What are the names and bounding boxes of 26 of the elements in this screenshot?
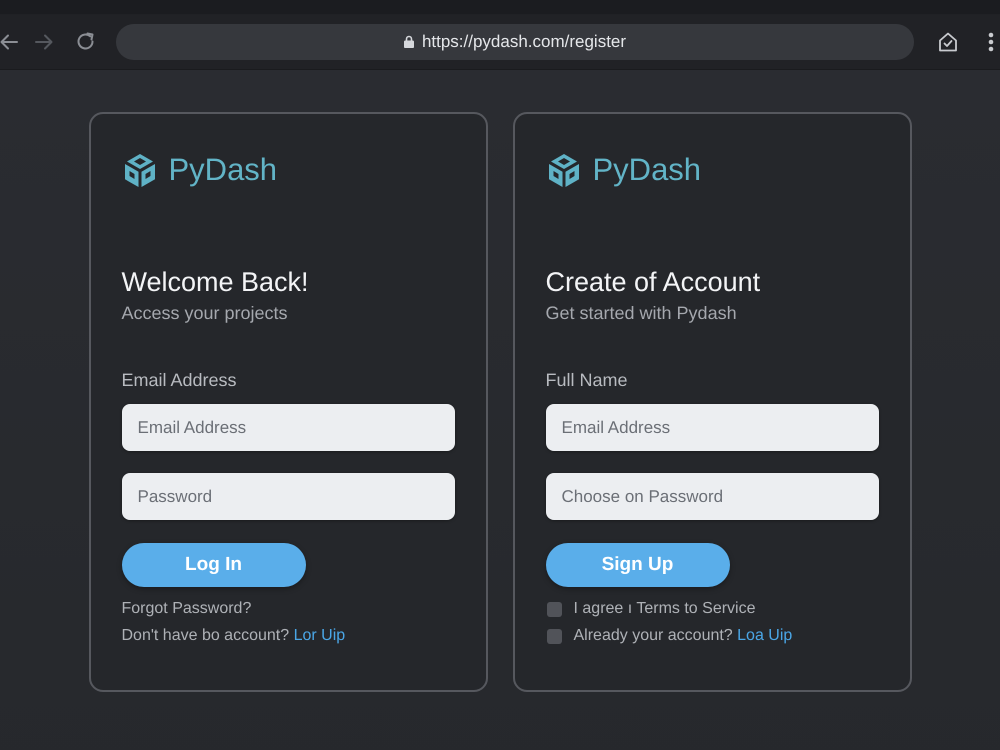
- input-field[interactable]: Password: [122, 473, 454, 520]
- form-heading: Welcome Back!: [122, 266, 309, 298]
- form-heading: Create of Account: [546, 266, 760, 298]
- house-check-icon[interactable]: [938, 32, 958, 52]
- account-link[interactable]: Loa Uip: [737, 627, 792, 644]
- checkbox[interactable]: [546, 602, 562, 616]
- form-subtitle: Access your projects: [122, 302, 288, 324]
- input-field[interactable]: Email Address: [546, 404, 878, 451]
- checkbox-label: I agree ı Terms to Service: [574, 599, 756, 619]
- account-link[interactable]: Lor Uip: [294, 627, 346, 644]
- checkbox-label: Already your account? Loa Uip: [574, 626, 792, 646]
- field-label: Full Name: [546, 369, 628, 391]
- input-field[interactable]: Choose on Password: [546, 473, 878, 520]
- reload-icon[interactable]: [76, 32, 95, 51]
- more-options-icon[interactable]: [988, 32, 994, 52]
- address-bar[interactable]: https://pydash.com/register: [116, 24, 914, 60]
- account-prompt: Don't have bo account? Lor Uip: [122, 626, 346, 646]
- form-subtitle: Get started with Pydash: [546, 302, 737, 324]
- back-arrow-icon[interactable]: [0, 34, 18, 50]
- field-label: Email Address: [122, 369, 237, 391]
- checkbox[interactable]: [546, 628, 562, 644]
- url-text: https://pydash.com/register: [422, 32, 626, 52]
- input-field[interactable]: Email Address: [122, 404, 454, 451]
- brand-name: PyDash: [168, 151, 278, 189]
- forgot-password-link[interactable]: Forgot Password?: [122, 599, 252, 619]
- brand-name: PyDash: [592, 151, 702, 189]
